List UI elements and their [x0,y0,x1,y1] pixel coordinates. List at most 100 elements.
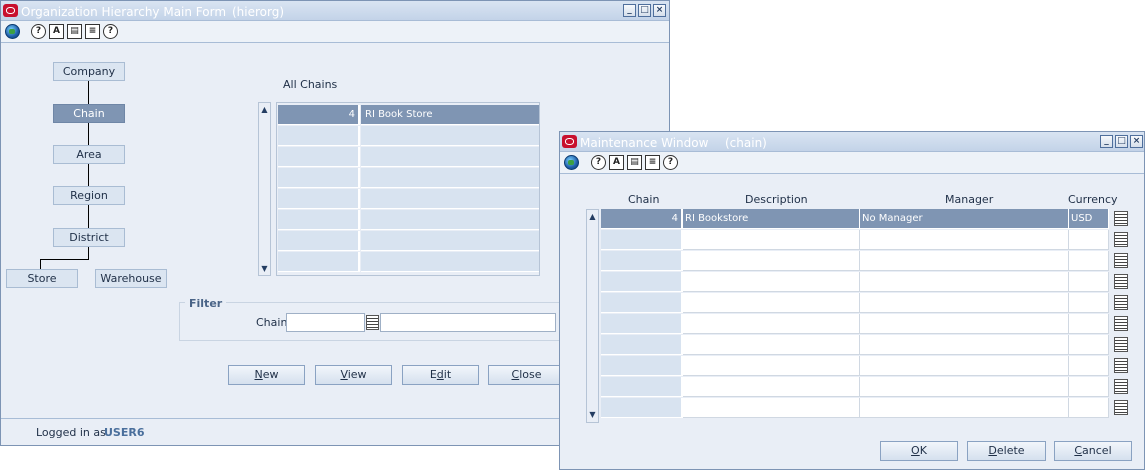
maint-empty-cell[interactable] [601,230,683,250]
edit-button[interactable]: Edit [402,365,479,385]
maint-empty-cell[interactable] [683,398,860,418]
chain-empty-cell[interactable] [278,231,360,251]
lov-icon[interactable] [1114,211,1128,226]
question-icon[interactable]: ? [103,24,118,39]
maint-empty-cell[interactable] [683,251,860,271]
hierarchy-district[interactable]: District [53,228,125,247]
maint-empty-cell[interactable] [1069,272,1109,292]
maint-empty-cell[interactable] [601,293,683,313]
help-icon[interactable]: ? [31,24,46,39]
maint-empty-cell[interactable] [601,314,683,334]
lov-icon[interactable] [1114,295,1128,310]
maint-empty-cell[interactable] [601,356,683,376]
lov-icon[interactable] [366,315,379,330]
chain-empty-cell[interactable] [361,126,539,146]
maint-empty-cell[interactable] [601,377,683,397]
chain-empty-cell[interactable] [278,189,360,209]
maint-empty-cell[interactable] [601,272,683,292]
maint-empty-cell[interactable] [683,377,860,397]
minimize-button[interactable]: _ [1100,135,1113,148]
scroll-down-icon[interactable]: ▼ [260,264,269,273]
chain-empty-cell[interactable] [361,210,539,230]
hierarchy-company[interactable]: Company [53,62,125,81]
notebook-icon[interactable]: ▤ [627,155,642,170]
maint-empty-cell[interactable] [860,293,1069,313]
maint-empty-cell[interactable] [683,293,860,313]
maint-empty-cell[interactable] [860,377,1069,397]
globe-icon[interactable] [564,155,579,170]
maint-empty-cell[interactable] [1069,377,1109,397]
close-window-button[interactable]: × [1130,135,1143,148]
scroll-up-icon[interactable]: ▲ [260,105,269,114]
chain-empty-cell[interactable] [278,252,360,272]
row-chain-cell[interactable]: 4 [601,209,683,229]
spellcheck-icon[interactable]: A [49,24,64,39]
help-icon[interactable]: ? [591,155,606,170]
view-button[interactable]: View [315,365,392,385]
maint-empty-cell[interactable] [860,314,1069,334]
maint-empty-cell[interactable] [860,230,1069,250]
chain-empty-cell[interactable] [278,147,360,167]
chain-empty-cell[interactable] [361,168,539,188]
cancel-button[interactable]: Cancel [1054,441,1132,461]
spellcheck-icon[interactable]: A [609,155,624,170]
chain-name-cell[interactable]: RI Book Store [361,105,539,125]
question-icon[interactable]: ? [663,155,678,170]
maint-empty-cell[interactable] [860,335,1069,355]
notebook-icon[interactable]: ▤ [67,24,82,39]
chain-empty-cell[interactable] [278,168,360,188]
maint-empty-cell[interactable] [1069,314,1109,334]
maint-empty-cell[interactable] [860,272,1069,292]
chain-empty-cell[interactable] [361,231,539,251]
lov-icon[interactable] [1114,379,1128,394]
ok-button[interactable]: OK [880,441,958,461]
chain-empty-cell[interactable] [361,147,539,167]
maint-empty-cell[interactable] [1069,230,1109,250]
row-description-cell[interactable]: RI Bookstore [683,209,860,229]
hierarchy-store[interactable]: Store [6,269,78,288]
hierarchy-chain[interactable]: Chain [53,104,125,123]
chain-empty-cell[interactable] [278,210,360,230]
maximize-button[interactable]: □ [1115,135,1128,148]
maint-empty-cell[interactable] [601,251,683,271]
maint-empty-cell[interactable] [683,335,860,355]
print-icon[interactable]: ≡ [645,155,660,170]
row-currency-cell[interactable]: USD [1069,209,1109,229]
maint-empty-cell[interactable] [1069,293,1109,313]
lov-icon[interactable] [1114,274,1128,289]
filter-chain-input[interactable] [286,313,365,332]
globe-icon[interactable] [5,24,20,39]
lov-icon[interactable] [1114,316,1128,331]
new-button[interactable]: New [228,365,305,385]
maint-empty-cell[interactable] [601,398,683,418]
hierarchy-area[interactable]: Area [53,145,125,164]
maint-empty-cell[interactable] [860,251,1069,271]
scroll-down-icon[interactable]: ▼ [588,410,597,419]
chain-empty-cell[interactable] [278,126,360,146]
hierarchy-region[interactable]: Region [53,186,125,205]
maint-empty-cell[interactable] [1069,398,1109,418]
lov-icon[interactable] [1114,400,1128,415]
chains-scrollbar[interactable]: ▲ ▼ [258,102,271,276]
maint-empty-cell[interactable] [1069,356,1109,376]
maximize-button[interactable]: □ [638,4,651,17]
chain-empty-cell[interactable] [361,252,539,272]
chain-empty-cell[interactable] [361,189,539,209]
maint-empty-cell[interactable] [683,230,860,250]
maint-empty-cell[interactable] [683,272,860,292]
lov-icon[interactable] [1114,232,1128,247]
maint-empty-cell[interactable] [1069,335,1109,355]
chain-id-cell[interactable]: 4 [278,105,360,125]
maint-empty-cell[interactable] [1069,251,1109,271]
maint-empty-cell[interactable] [601,335,683,355]
hierarchy-warehouse[interactable]: Warehouse [95,269,167,288]
lov-icon[interactable] [1114,358,1128,373]
main-titlebar[interactable]: Organization Hierarchy Main Form (hieror… [1,1,669,21]
delete-button[interactable]: Delete [967,441,1046,461]
row-manager-cell[interactable]: No Manager [860,209,1069,229]
scroll-up-icon[interactable]: ▲ [588,212,597,221]
lov-icon[interactable] [1114,337,1128,352]
close-button[interactable]: Close [488,365,565,385]
maint-empty-cell[interactable] [683,356,860,376]
maint-empty-cell[interactable] [860,398,1069,418]
